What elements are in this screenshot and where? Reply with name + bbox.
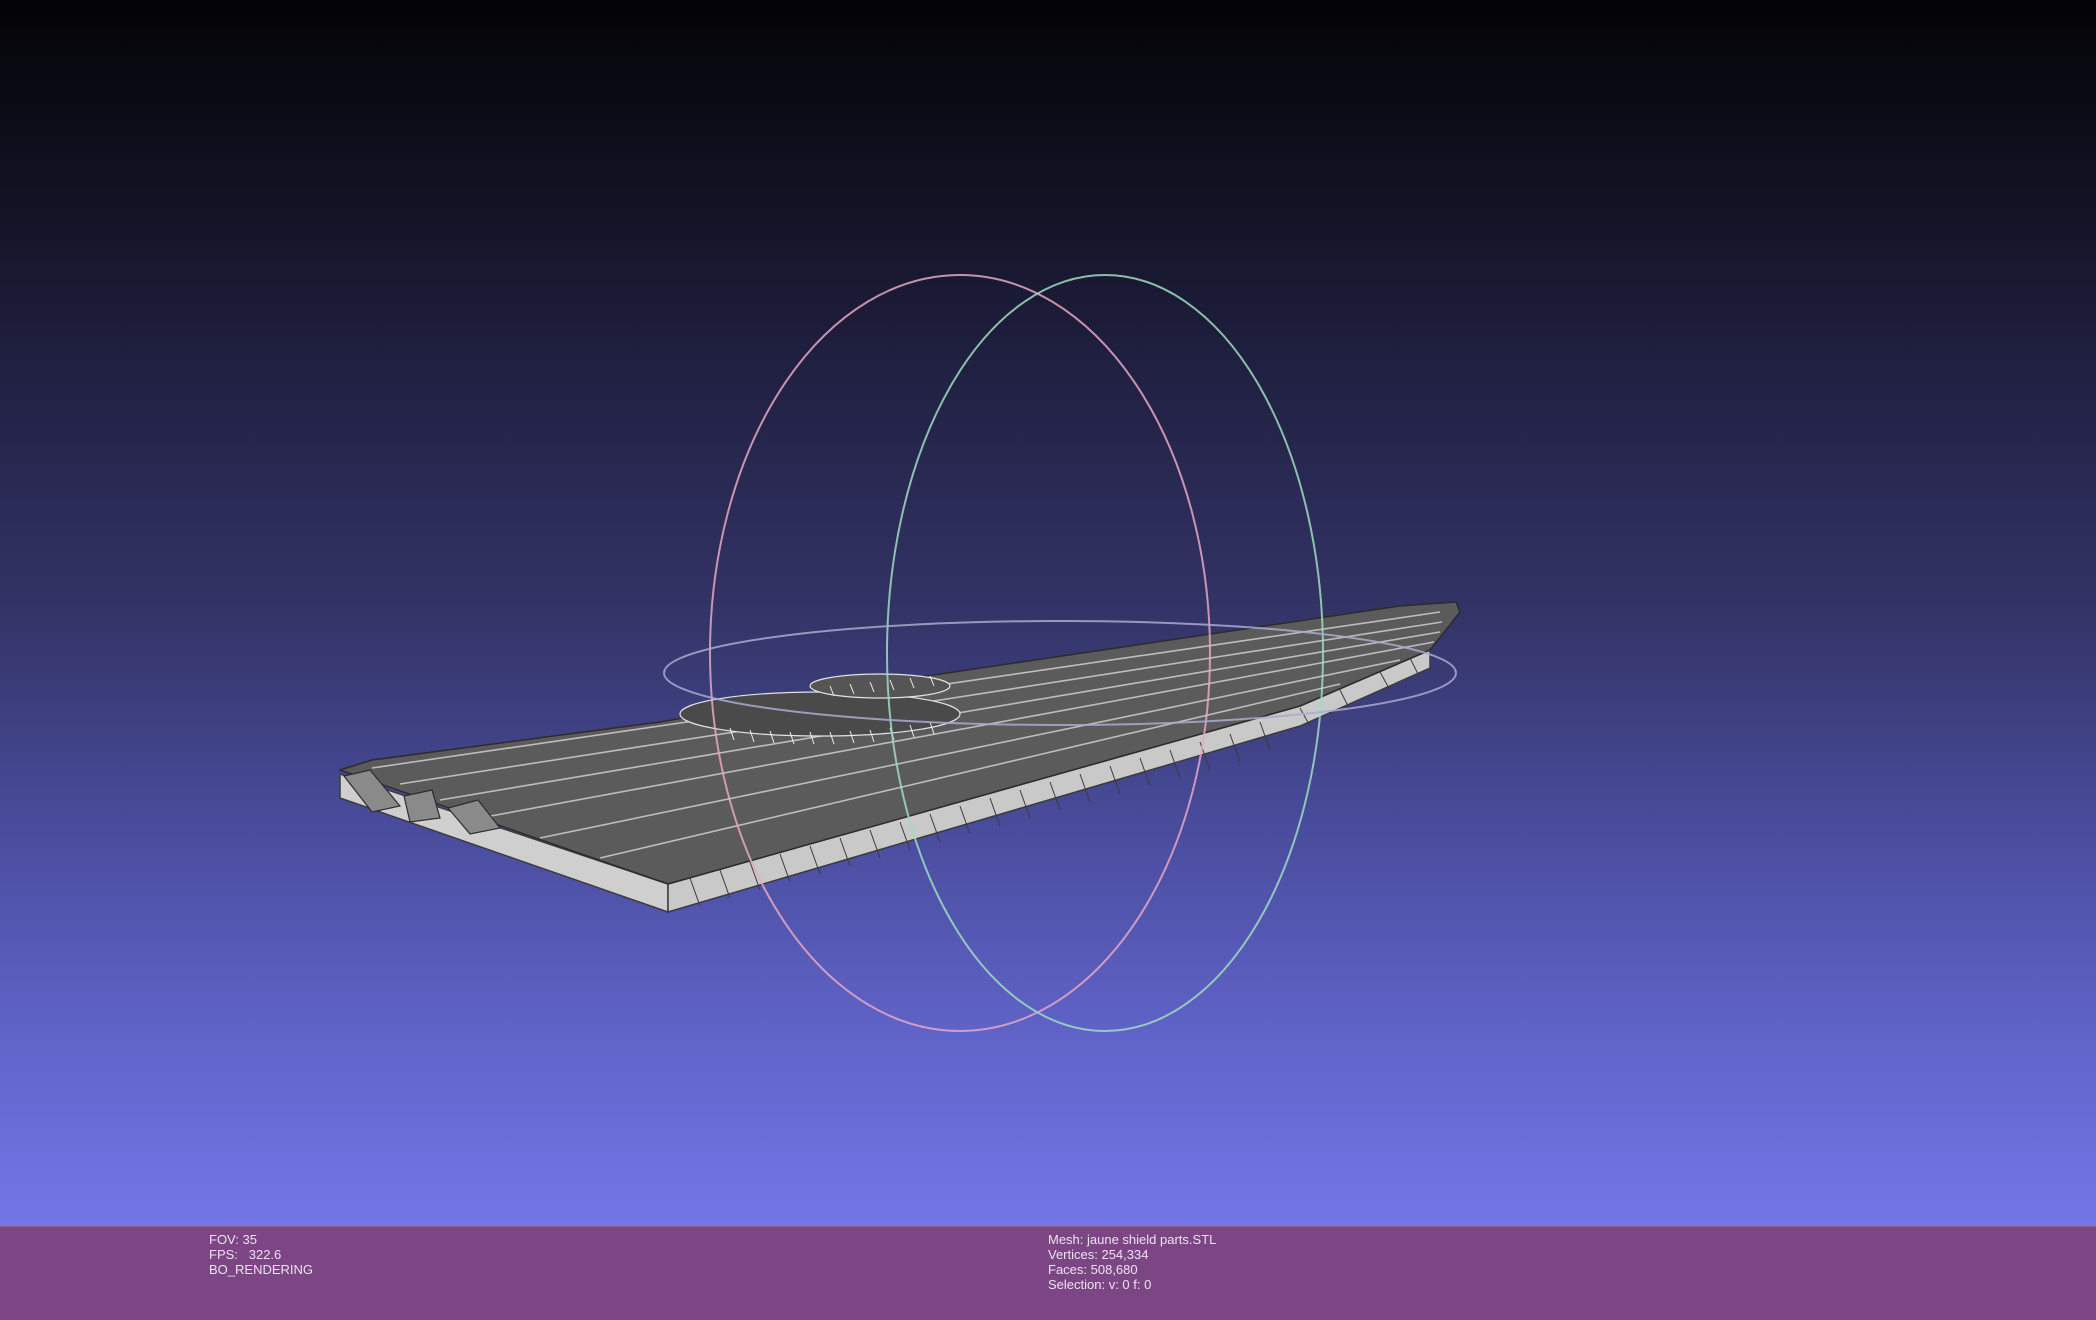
meshlab-window: FOV: 35 FPS: 322.6 BO_RENDERING Mesh: ja… — [0, 0, 2096, 1320]
3d-viewport[interactable] — [0, 0, 2096, 1226]
fov-label: FOV: 35 — [209, 1232, 257, 1247]
mesh-name-label: Mesh: jaune shield parts.STL — [1048, 1232, 1217, 1247]
mesh-model[interactable] — [337, 601, 1461, 914]
mesh-boss-top — [809, 673, 951, 699]
scene-canvas[interactable] — [0, 0, 2096, 1226]
faces-label: Faces: 508,680 — [1048, 1262, 1138, 1277]
fps-label: FPS: 322.6 — [209, 1247, 282, 1262]
selection-label: Selection: v: 0 f: 0 — [1048, 1277, 1152, 1292]
render-info: FOV: 35 FPS: 322.6 BO_RENDERING — [209, 1232, 313, 1277]
vertices-label: Vertices: 254,334 — [1048, 1247, 1149, 1262]
mesh-info: Mesh: jaune shield parts.STL Vertices: 2… — [1048, 1232, 1216, 1292]
render-mode-label: BO_RENDERING — [209, 1262, 314, 1277]
